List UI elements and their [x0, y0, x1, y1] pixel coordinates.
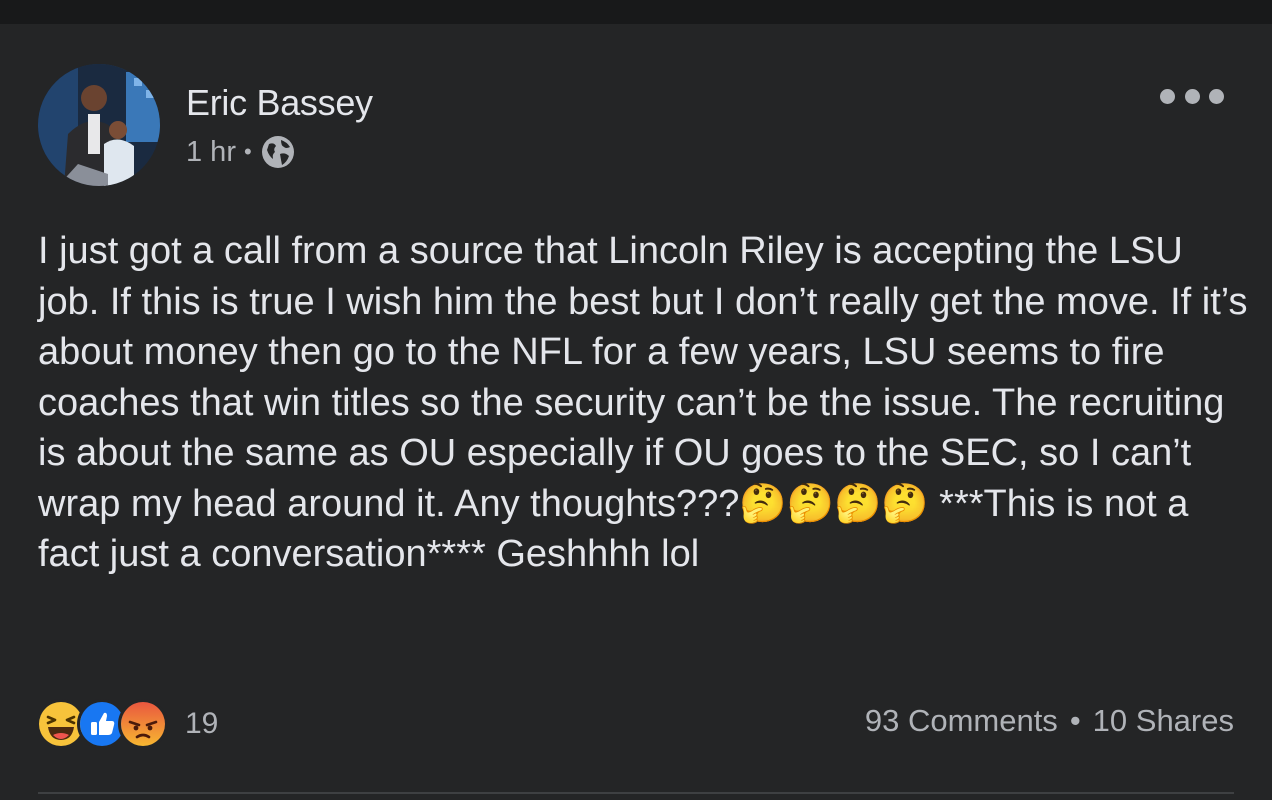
avatar-photo — [38, 64, 160, 186]
post-body-text: I just got a call from a source that Lin… — [38, 230, 1259, 575]
globe-icon[interactable] — [260, 134, 296, 170]
engagement-summary: 93 Comments • 10 Shares — [865, 703, 1234, 739]
post-card: Eric Bassey 1 hr • I just got a call fro… — [0, 24, 1272, 800]
more-dot — [1184, 88, 1200, 104]
more-options-icon[interactable] — [1160, 78, 1224, 114]
post-timestamp[interactable]: 1 hr — [186, 136, 236, 169]
engagement-separator: • — [1069, 703, 1081, 738]
meta-separator: • — [243, 139, 252, 164]
angry-reaction-icon — [118, 699, 168, 749]
reactions-summary[interactable]: 19 — [36, 698, 218, 750]
more-dot — [1209, 88, 1224, 104]
more-dot — [1160, 88, 1175, 104]
author-avatar[interactable] — [38, 64, 160, 186]
shares-count-link[interactable]: 10 Shares — [1093, 703, 1234, 739]
comments-count-link[interactable]: 93 Comments — [865, 703, 1058, 739]
post-divider — [38, 792, 1234, 794]
post-meta: 1 hr • — [186, 134, 296, 170]
reaction-count[interactable]: 19 — [185, 707, 218, 741]
author-name[interactable]: Eric Bassey — [186, 82, 373, 124]
top-bar — [0, 0, 1272, 24]
